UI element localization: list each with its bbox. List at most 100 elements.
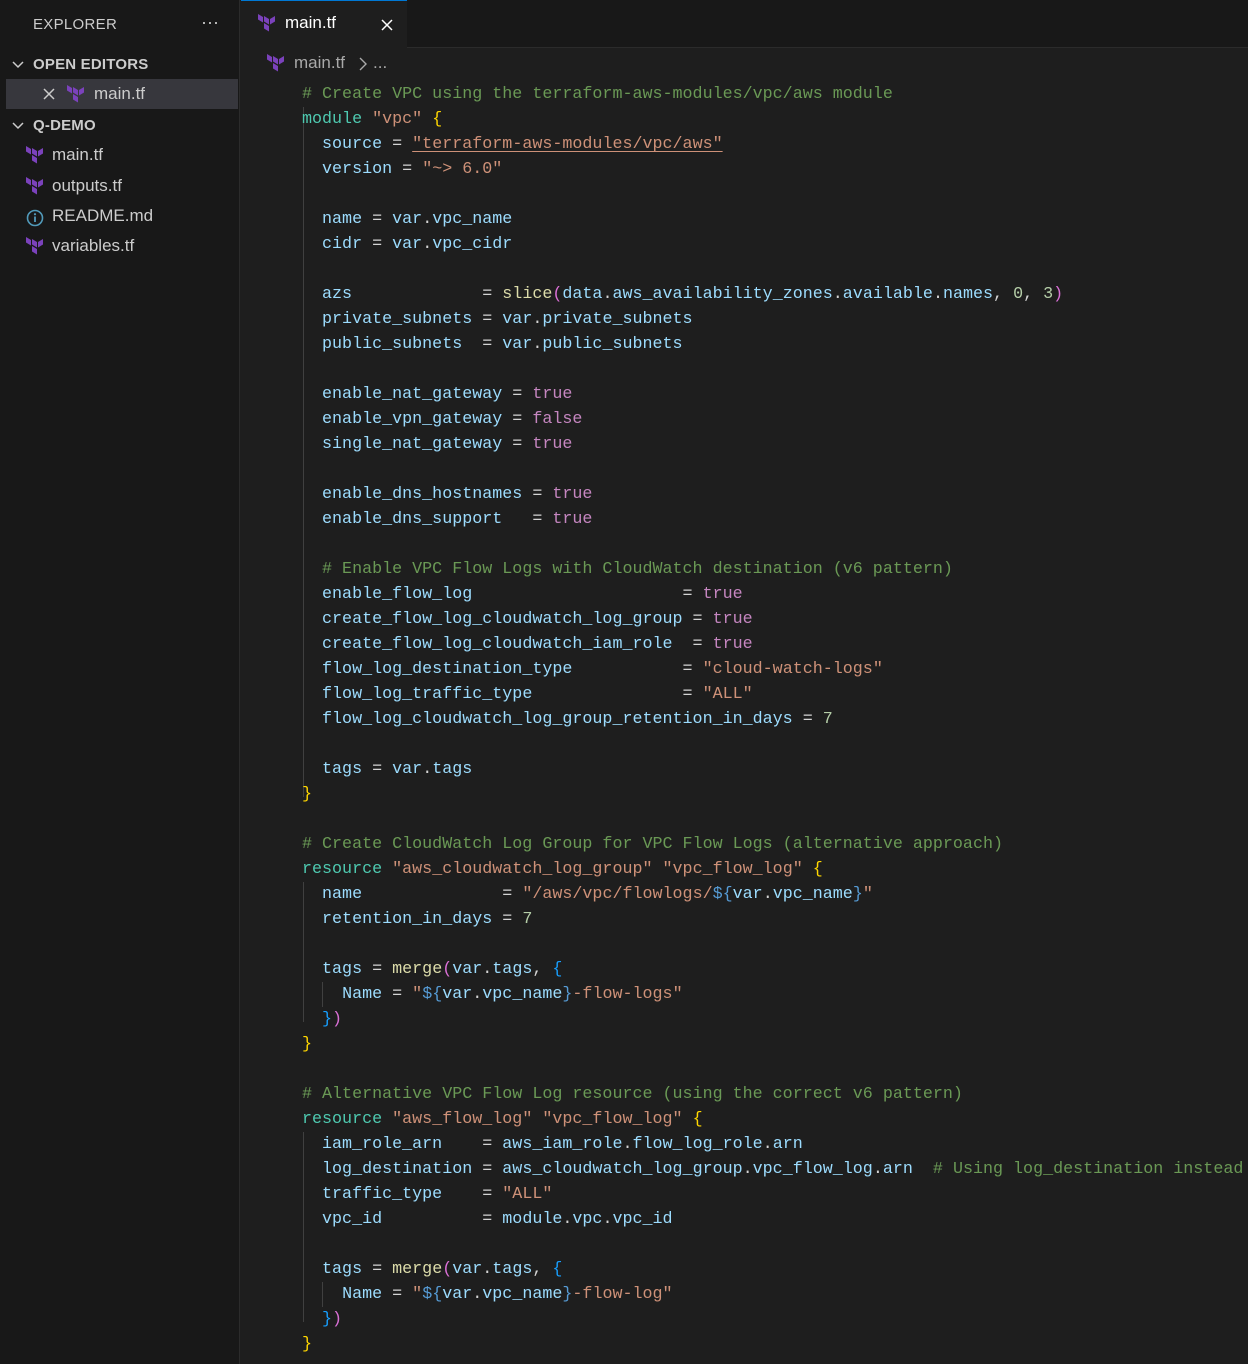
- code-token: flow_log_traffic_type: [322, 685, 533, 704]
- terraform-icon: [26, 146, 43, 164]
- file-item-main-tf[interactable]: main.tf: [0, 140, 238, 170]
- code-token: =: [382, 1210, 503, 1229]
- code-line: single_nat_gateway = true: [302, 432, 572, 457]
- code-token: traffic_type: [322, 1185, 443, 1204]
- code-token: var: [392, 235, 423, 254]
- code-token: ${: [422, 1285, 443, 1304]
- code-token: resource: [302, 860, 383, 879]
- code-token: module: [502, 1210, 563, 1229]
- code-token: }: [562, 1285, 573, 1304]
- code-token: resource: [302, 1110, 383, 1129]
- code-line: tags = var.tags: [302, 757, 472, 782]
- code-line: }: [302, 1332, 312, 1357]
- breadcrumb-symbols[interactable]: ...: [373, 53, 387, 73]
- code-line: enable_vpn_gateway = false: [302, 407, 582, 432]
- code-token: =: [362, 960, 393, 979]
- code-line: tags = merge(var.tags, {: [302, 957, 562, 982]
- code-token: .: [422, 760, 433, 779]
- code-editor[interactable]: # Create VPC using the terraform-aws-mod…: [241, 82, 1248, 1364]
- code-token: var: [502, 310, 533, 329]
- explorer-sidebar: EXPLORER ··· OPEN EDITORS main.tf Q-DEMO…: [0, 0, 240, 1364]
- code-line: enable_dns_support = true: [302, 507, 592, 532]
- code-token: tags: [492, 1260, 533, 1279]
- code-token: =: [682, 610, 713, 629]
- code-line: iam_role_arn = aws_iam_role.flow_log_rol…: [302, 1132, 803, 1157]
- code-line: enable_flow_log = true: [302, 582, 743, 607]
- code-token: "aws_cloudwatch_log_group": [392, 860, 653, 879]
- code-token: vpc_flow_log: [752, 1160, 873, 1179]
- file-item-variables-tf[interactable]: variables.tf: [0, 231, 238, 261]
- open-editor-item-main-tf[interactable]: main.tf: [6, 79, 238, 109]
- code-token: }: [302, 1035, 313, 1054]
- code-token: name: [322, 885, 363, 904]
- open-editor-label: main.tf: [94, 84, 146, 103]
- code-token: 7: [822, 710, 833, 729]
- code-token: 3: [1043, 285, 1054, 304]
- chevron-right-icon: [359, 57, 367, 71]
- tab-label: main.tf: [285, 13, 337, 32]
- code-token: =: [382, 985, 413, 1004]
- code-token: tags: [322, 960, 363, 979]
- more-actions-button[interactable]: ···: [199, 10, 221, 34]
- workspace-header[interactable]: Q-DEMO: [0, 111, 240, 139]
- code-token: log_destination: [322, 1160, 473, 1179]
- code-token: available: [842, 285, 933, 304]
- close-tab-icon[interactable]: [379, 17, 395, 33]
- code-token: ): [332, 1010, 343, 1029]
- code-token: ,: [532, 960, 553, 979]
- code-token: Name: [342, 1285, 383, 1304]
- code-token: }: [322, 1010, 333, 1029]
- code-token: =: [522, 485, 553, 504]
- code-token: =: [502, 435, 533, 454]
- code-token: var: [442, 985, 473, 1004]
- code-token: =: [362, 885, 523, 904]
- code-token: =: [442, 1135, 503, 1154]
- close-icon[interactable]: [41, 86, 57, 102]
- code-token: # Create CloudWatch Log Group for VPC Fl…: [302, 835, 1003, 854]
- code-token: enable_flow_log: [322, 585, 473, 604]
- breadcrumb-file[interactable]: main.tf: [294, 53, 345, 73]
- code-token: aws_iam_role: [502, 1135, 623, 1154]
- code-token: vpc_cidr: [432, 235, 513, 254]
- code-token: enable_dns_hostnames: [322, 485, 523, 504]
- code-token: tags: [322, 1260, 363, 1279]
- file-item-outputs-tf[interactable]: outputs.tf: [0, 171, 238, 201]
- tab-main-tf[interactable]: main.tf: [241, 0, 407, 48]
- code-token: (: [442, 960, 453, 979]
- code-token: version: [322, 160, 393, 179]
- code-token: private_subnets: [542, 310, 693, 329]
- open-editors-header[interactable]: OPEN EDITORS: [0, 50, 240, 78]
- code-token: var: [452, 1260, 483, 1279]
- code-token: =: [672, 635, 713, 654]
- code-token: 7: [522, 910, 533, 929]
- code-token: =: [492, 910, 523, 929]
- code-token: true: [552, 485, 593, 504]
- code-line: flow_log_destination_type = "cloud-watch…: [302, 657, 883, 682]
- file-item-readme-md[interactable]: README.md: [0, 201, 238, 231]
- code-token: .: [482, 960, 493, 979]
- code-token: .: [872, 1160, 883, 1179]
- code-token: "~> 6.0": [422, 160, 503, 179]
- code-token: name: [322, 210, 363, 229]
- code-token: iam_role_arn: [322, 1135, 443, 1154]
- code-token: module: [302, 110, 363, 129]
- file-name: README.md: [52, 206, 154, 225]
- code-token: }: [322, 1310, 333, 1329]
